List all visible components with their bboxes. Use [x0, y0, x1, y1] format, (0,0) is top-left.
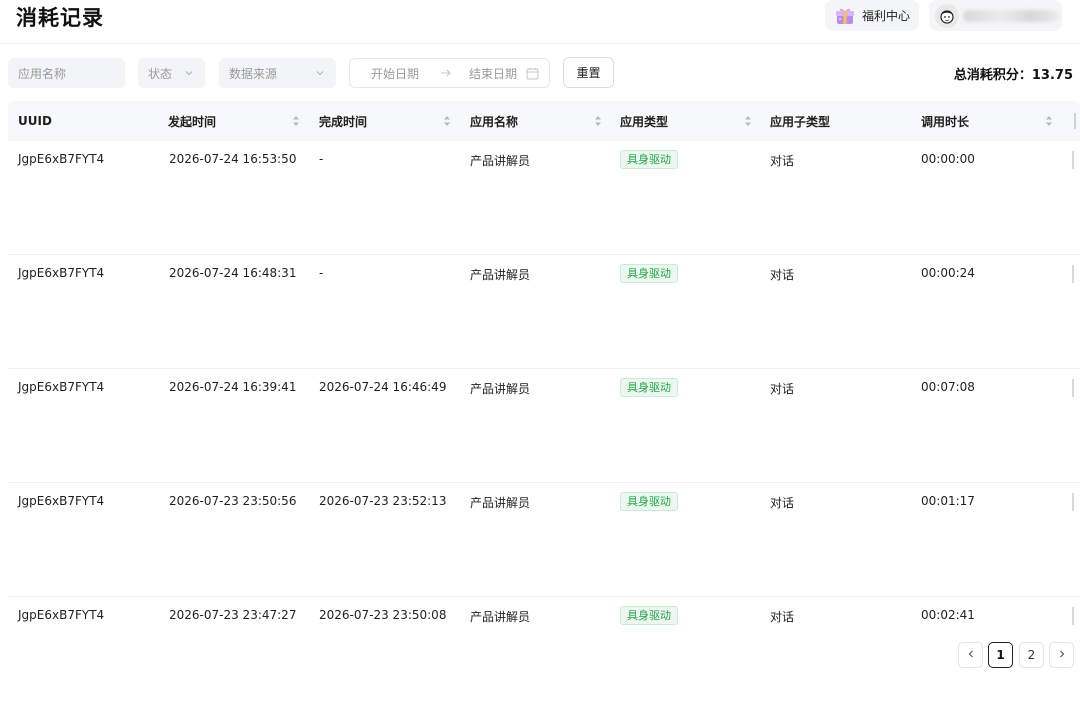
column-label: 发起时间 — [168, 114, 217, 129]
page-button-1[interactable]: 1 — [988, 642, 1013, 668]
cell-duration: 00:01:17 — [921, 494, 975, 508]
column-label: 完成时间 — [319, 114, 368, 129]
column-label: 应用类型 — [620, 114, 669, 129]
cell-start-time: 2026-07-23 23:47:27 — [169, 608, 297, 622]
column-label: 调用时长 — [921, 114, 970, 129]
sort-icon[interactable] — [744, 115, 752, 127]
user-name-redacted — [963, 9, 1059, 22]
row-edge-marker — [1072, 493, 1074, 511]
cell-duration: 00:02:41 — [921, 608, 975, 622]
column-header-app-type[interactable]: 应用类型 — [620, 101, 760, 141]
sort-icon[interactable] — [1045, 115, 1053, 127]
cell-duration: 00:00:00 — [921, 152, 975, 166]
cell-app-name: 产品讲解员 — [470, 496, 531, 510]
avatar-icon — [935, 3, 959, 28]
table-row[interactable]: JgpE6xB7FYT4 2026-07-24 16:53:50 - 产品讲解员… — [8, 141, 1080, 255]
gift-icon — [835, 6, 855, 26]
prev-page-button[interactable] — [958, 642, 983, 668]
total-consumption: 总消耗积分：13.75 — [954, 64, 1073, 83]
column-label: 应用子类型 — [770, 114, 831, 129]
app-type-tag: 具身驱动 — [620, 264, 678, 283]
cell-uuid: JgpE6xB7FYT4 — [18, 152, 105, 166]
cell-start-time: 2026-07-23 23:50:56 — [169, 494, 297, 508]
welfare-center-label: 福利中心 — [862, 9, 911, 23]
row-edge-marker — [1072, 151, 1074, 169]
table-row[interactable]: JgpE6xB7FYT4 2026-07-24 16:39:41 2026-07… — [8, 369, 1080, 483]
status-placeholder: 状态 — [148, 66, 173, 81]
cell-app-subtype: 对话 — [770, 496, 795, 510]
row-edge-marker — [1072, 607, 1074, 625]
sort-icon[interactable] — [292, 115, 300, 127]
app-name-filter[interactable]: 应用名称 — [8, 58, 125, 88]
chevron-down-icon — [314, 67, 326, 79]
column-header-start-time[interactable]: 发起时间 — [168, 101, 308, 141]
row-edge-marker — [1072, 265, 1074, 283]
cell-end-time: - — [319, 266, 324, 280]
app-type-tag: 具身驱动 — [620, 606, 678, 625]
sort-icon[interactable] — [443, 115, 451, 127]
column-header-app-name[interactable]: 应用名称 — [470, 101, 610, 141]
end-date-input[interactable]: 结束日期 — [469, 65, 517, 82]
chevron-right-icon — [1057, 648, 1067, 662]
reset-button[interactable]: 重置 — [563, 57, 614, 88]
column-label: 应用名称 — [470, 114, 519, 129]
total-value: 13.75 — [1031, 68, 1073, 83]
app-name-placeholder: 应用名称 — [18, 66, 67, 81]
app-type-tag: 具身驱动 — [620, 378, 678, 397]
column-header-end-time[interactable]: 完成时间 — [319, 101, 459, 141]
data-source-select[interactable]: 数据来源 — [219, 58, 336, 88]
cell-app-subtype: 对话 — [770, 268, 795, 282]
start-date-input[interactable]: 开始日期 — [371, 65, 419, 82]
table-header: UUID 发起时间 完成时间 应用名称 应用类型 应用子类型 调用时长 — [8, 101, 1080, 141]
status-select[interactable]: 状态 — [138, 58, 205, 88]
cell-duration: 00:07:08 — [921, 380, 975, 394]
column-label: UUID — [18, 114, 52, 128]
cell-start-time: 2026-07-24 16:48:31 — [169, 266, 297, 280]
cell-end-time: - — [319, 152, 324, 166]
page-button-2[interactable]: 2 — [1019, 642, 1044, 668]
date-range-picker[interactable]: 开始日期 结束日期 — [349, 58, 550, 88]
chevron-down-icon — [183, 67, 195, 79]
next-page-button[interactable] — [1049, 642, 1074, 668]
cell-app-name: 产品讲解员 — [470, 268, 531, 282]
chevron-left-icon — [966, 648, 976, 662]
cell-duration: 00:00:24 — [921, 266, 975, 280]
column-divider — [1074, 113, 1076, 129]
cell-uuid: JgpE6xB7FYT4 — [18, 608, 105, 622]
column-header-app-subtype: 应用子类型 — [770, 101, 910, 141]
user-menu[interactable] — [929, 0, 1062, 31]
column-header-duration[interactable]: 调用时长 — [921, 101, 1061, 141]
app-type-tag: 具身驱动 — [620, 150, 678, 169]
table-row[interactable]: JgpE6xB7FYT4 2026-07-23 23:47:27 2026-07… — [8, 597, 1080, 711]
data-source-placeholder: 数据来源 — [229, 66, 278, 81]
cell-start-time: 2026-07-24 16:53:50 — [169, 152, 297, 166]
cell-start-time: 2026-07-24 16:39:41 — [169, 380, 297, 394]
calendar-icon — [526, 67, 539, 83]
cell-app-subtype: 对话 — [770, 382, 795, 396]
cell-end-time: 2026-07-23 23:52:13 — [319, 494, 447, 508]
table-row[interactable]: JgpE6xB7FYT4 2026-07-24 16:48:31 - 产品讲解员… — [8, 255, 1080, 369]
column-header-uuid: UUID — [18, 101, 168, 141]
cell-end-time: 2026-07-24 16:46:49 — [319, 380, 447, 394]
cell-app-name: 产品讲解员 — [470, 154, 531, 168]
cell-uuid: JgpE6xB7FYT4 — [18, 494, 105, 508]
cell-app-subtype: 对话 — [770, 154, 795, 168]
cell-app-name: 产品讲解员 — [470, 382, 531, 396]
app-type-tag: 具身驱动 — [620, 492, 678, 511]
sort-icon[interactable] — [594, 115, 602, 127]
cell-uuid: JgpE6xB7FYT4 — [18, 266, 105, 280]
welfare-center-button[interactable]: 福利中心 — [825, 0, 919, 31]
cell-app-name: 产品讲解员 — [470, 610, 531, 624]
consumption-table: UUID 发起时间 完成时间 应用名称 应用类型 应用子类型 调用时长 JgpE… — [8, 101, 1080, 711]
cell-end-time: 2026-07-23 23:50:08 — [319, 608, 447, 622]
cell-uuid: JgpE6xB7FYT4 — [18, 380, 105, 394]
page-title: 消耗记录 — [16, 6, 104, 30]
arrow-right-icon — [440, 66, 452, 83]
table-row[interactable]: JgpE6xB7FYT4 2026-07-23 23:50:56 2026-07… — [8, 483, 1080, 597]
top-header: 消耗记录 福利中心 — [0, 0, 1080, 44]
total-label: 总消耗积分： — [953, 68, 1032, 83]
row-edge-marker — [1072, 379, 1074, 397]
cell-app-subtype: 对话 — [770, 610, 795, 624]
